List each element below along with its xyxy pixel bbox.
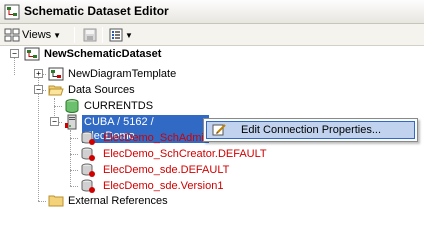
tree-connector — [70, 170, 78, 171]
database-error-icon — [81, 131, 95, 145]
schematic-dataset-icon — [4, 4, 20, 20]
list-properties-icon — [109, 28, 123, 42]
views-icon — [4, 28, 20, 42]
tree-item-dataset[interactable]: NewSchematicDataset — [42, 47, 163, 61]
toolbar: Views ▼ ▼ — [0, 24, 424, 46]
collapse-toggle[interactable]: − — [34, 85, 43, 94]
schematic-dataset-icon — [24, 47, 40, 61]
tree-item-source[interactable]: ElecDemo_SchAdmin — [101, 131, 212, 145]
tree-connector — [14, 58, 15, 75]
window-title: Schematic Dataset Editor — [24, 4, 169, 18]
server-connection-icon — [65, 114, 77, 130]
tree-connector — [70, 186, 78, 187]
menu-item-label: Edit Connection Properties... — [241, 124, 382, 136]
database-connected-icon — [65, 99, 79, 113]
database-error-icon — [81, 179, 95, 193]
tree-connector — [38, 201, 46, 202]
dropdown-arrow-icon: ▼ — [125, 30, 133, 40]
collapse-toggle[interactable]: − — [50, 117, 59, 126]
database-error-icon — [81, 147, 95, 161]
tree-item-source[interactable]: ElecDemo_SchCreator.DEFAULT — [101, 147, 269, 161]
context-menu: Edit Connection Properties... — [203, 118, 418, 142]
folder-icon — [48, 195, 64, 207]
expand-toggle[interactable]: + — [34, 69, 43, 78]
tree-item-template[interactable]: NewDiagramTemplate — [66, 67, 178, 81]
edit-connection-icon — [212, 124, 226, 136]
toolbar-separator — [74, 27, 75, 43]
tree-item-external-references[interactable]: External References — [66, 194, 170, 208]
collapse-toggle[interactable]: − — [10, 49, 19, 58]
views-label: Views — [22, 29, 52, 41]
tree-connector — [54, 106, 62, 107]
tree-connector — [70, 138, 78, 139]
tree-connector — [70, 154, 78, 155]
database-error-icon — [81, 163, 95, 177]
toolbar-separator — [102, 27, 103, 43]
folder-open-icon — [48, 85, 64, 96]
title-bar[interactable]: Schematic Dataset Editor — [0, 0, 424, 24]
tree-item-source[interactable]: ElecDemo_sde.Version1 — [101, 179, 225, 193]
tree-item-data-sources[interactable]: Data Sources — [66, 83, 137, 97]
menu-item-edit-connection-properties[interactable]: Edit Connection Properties... — [206, 121, 415, 139]
diagram-template-icon — [48, 67, 64, 81]
list-options-button[interactable]: ▼ — [108, 27, 133, 43]
tree-item-source[interactable]: ElecDemo_sde.DEFAULT — [101, 163, 231, 177]
save-icon[interactable] — [82, 27, 98, 43]
dropdown-arrow-icon: ▼ — [53, 30, 62, 40]
views-menu-button[interactable]: Views ▼ — [4, 27, 61, 43]
tree-item-currentds[interactable]: CURRENTDS — [82, 99, 155, 113]
